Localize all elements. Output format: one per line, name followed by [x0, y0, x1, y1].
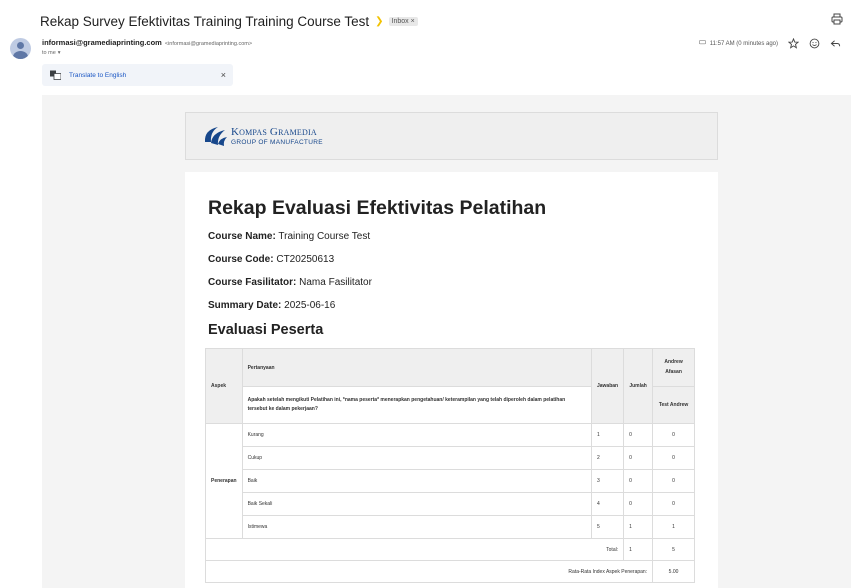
answer-label: Istimewa	[241, 515, 592, 539]
report-card: Rekap Evaluasi Efektivitas Pelatihan Cou…	[185, 172, 718, 588]
summary-date-label: Summary Date:	[208, 300, 282, 311]
answer-label: Baik Sekali	[241, 492, 592, 516]
inbox-label-badge[interactable]: Inbox ×	[388, 16, 418, 26]
facilitator-label: Course Fasilitator:	[208, 277, 297, 288]
inbox-label-text: Inbox	[391, 17, 409, 25]
total-jumlah: 1	[623, 538, 654, 561]
recipient-toggle[interactable]: to me ▾	[42, 50, 61, 56]
table-row: Baik Sekali 4 0 0	[206, 492, 695, 516]
kompas-gramedia-logo-icon	[204, 127, 227, 146]
logo-main-text: Kompas Gramedia	[231, 126, 317, 139]
translate-icon	[50, 70, 61, 80]
translate-bar: Translate to English ×	[42, 64, 233, 86]
header-jumlah: Jumlah	[623, 348, 654, 424]
jawaban-value: 5	[590, 515, 625, 539]
header-jawaban: Jawaban	[590, 348, 625, 424]
jumlah-value: 0	[623, 423, 654, 447]
report-title: Rekap Evaluasi Efektivitas Pelatihan	[208, 197, 547, 219]
course-code-line: Course Code: CT20250613	[208, 254, 334, 265]
facilitator-line: Course Fasilitator: Nama Fasilitator	[208, 277, 372, 288]
answer-label: Kurang	[241, 423, 592, 447]
jawaban-value: 3	[590, 469, 625, 493]
average-value: 5.00	[652, 560, 695, 583]
course-name-label: Course Name:	[208, 231, 276, 242]
jumlah-value: 0	[623, 446, 654, 470]
timestamp-text: 11:57 AM (0 minutes ago)	[709, 40, 778, 47]
facilitator-value: Nama Fasilitator	[299, 277, 372, 288]
logo-text: Kompas Gramedia GROUP OF MANUFACTURE	[231, 126, 323, 145]
answer-label: Cukup	[241, 446, 592, 470]
score-value: 1	[652, 515, 695, 539]
translate-close-icon[interactable]: ×	[221, 70, 226, 80]
print-icon[interactable]	[831, 13, 843, 25]
summary-date-value: 2025-06-16	[284, 300, 336, 311]
sender-email: <informasi@gramediaprinting.com>	[164, 41, 253, 47]
total-score: 5	[652, 538, 695, 561]
email-subject: Rekap Survey Efektivitas Training Traini…	[40, 13, 370, 29]
total-row: Total: 1 5	[204, 538, 695, 561]
total-label: Total:	[204, 538, 625, 561]
score-value: 0	[652, 446, 695, 470]
course-name-value: Training Course Test	[278, 231, 371, 242]
jawaban-value: 1	[590, 423, 625, 447]
avatar-body-shape	[13, 51, 28, 59]
email-subject-row: Rekap Survey Efektivitas Training Traini…	[40, 11, 418, 31]
label-icon	[698, 40, 706, 45]
header-participant-test: Test Andrew	[652, 386, 695, 424]
evaluation-table: Aspek Pertanyaan Jawaban Jumlah Andrew A…	[204, 348, 695, 583]
emoji-icon[interactable]	[809, 38, 820, 49]
table-row: Baik 3 0 0	[206, 469, 695, 493]
timestamp: 11:57 AM (0 minutes ago)	[698, 40, 778, 47]
jawaban-value: 4	[590, 492, 625, 516]
logo-sub-text: GROUP OF MANUFACTURE	[231, 138, 323, 146]
table-row: Cukup 2 0 0	[206, 446, 695, 470]
course-code-label: Course Code:	[208, 254, 274, 265]
email-body: Kompas Gramedia GROUP OF MANUFACTURE Rek…	[42, 95, 851, 588]
translate-link[interactable]: Translate to English	[69, 72, 126, 79]
summary-date-line: Summary Date: 2025-06-16	[208, 300, 335, 311]
jawaban-value: 2	[590, 446, 625, 470]
course-name-line: Course Name: Training Course Test	[208, 231, 370, 242]
aspek-cell: Penerapan	[205, 423, 243, 539]
jumlah-value: 0	[623, 492, 654, 516]
star-icon[interactable]	[788, 38, 799, 49]
sender-name[interactable]: informasi@gramediaprinting.com	[42, 38, 162, 47]
score-value: 0	[652, 469, 695, 493]
message-meta: 11:57 AM (0 minutes ago)	[698, 38, 841, 49]
answer-label: Baik	[241, 469, 592, 493]
jumlah-value: 0	[623, 469, 654, 493]
question-text: Apakah setelah mengikuti Pelatihan ini, …	[241, 386, 592, 424]
sender-row: informasi@gramediaprinting.com <informas…	[42, 38, 252, 47]
score-value: 0	[652, 423, 695, 447]
table-header-row: Aspek Pertanyaan Jawaban Jumlah Andrew A…	[205, 348, 695, 424]
table-row: Penerapan Kurang 1 0 0	[205, 423, 695, 539]
avatar-head-shape	[17, 42, 24, 49]
sender-avatar[interactable]	[10, 38, 31, 59]
jumlah-value: 1	[623, 515, 654, 539]
header-aspek: Aspek	[205, 348, 243, 424]
table-row: Istimewa 5 1 1	[206, 515, 695, 539]
header-pertanyaan: Pertanyaan	[241, 348, 592, 387]
average-row: Rata-Rata Index Aspek Penerapan: 5.00	[204, 560, 695, 583]
important-marker-icon[interactable]: ❯	[375, 16, 383, 27]
score-value: 0	[652, 492, 695, 516]
inbox-label-remove-icon[interactable]: ×	[411, 18, 415, 25]
section-title: Evaluasi Peserta	[208, 322, 324, 338]
average-label: Rata-Rata Index Aspek Penerapan:	[204, 560, 654, 583]
header-participant-name: Andrew Afasan	[652, 348, 695, 387]
chevron-down-icon: ▾	[57, 50, 61, 56]
logo-banner: Kompas Gramedia GROUP OF MANUFACTURE	[185, 112, 718, 160]
reply-icon[interactable]	[830, 38, 841, 49]
course-code-value: CT20250613	[276, 254, 335, 265]
recipient-label: to me	[42, 50, 56, 56]
